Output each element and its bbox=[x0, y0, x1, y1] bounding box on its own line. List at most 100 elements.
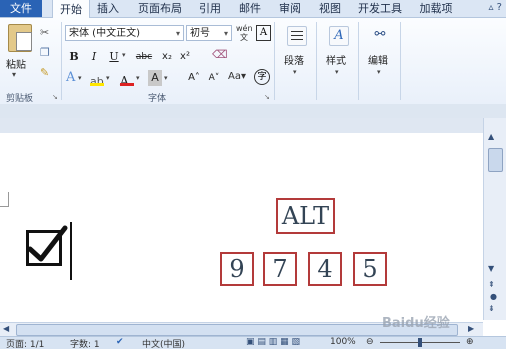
checkbox-symbol bbox=[26, 225, 68, 266]
tab-home[interactable]: 开始 bbox=[52, 0, 90, 18]
tab-file[interactable]: 文件 bbox=[0, 0, 42, 17]
status-bar: 页面: 1/1 字数: 1 ✔ 中文(中国) ▣ ▤ ▥ ▦ ▧ 100% ⊖ … bbox=[0, 336, 506, 350]
italic-button[interactable]: I bbox=[88, 49, 100, 65]
alt-enclosed-text: ALT bbox=[276, 198, 335, 234]
clipboard-launcher-icon[interactable]: ↘ bbox=[52, 93, 58, 101]
paste-button-label[interactable]: 粘贴 bbox=[6, 56, 26, 71]
scroll-thumb[interactable] bbox=[488, 148, 503, 172]
underline-button[interactable]: U bbox=[108, 49, 120, 65]
word-count[interactable]: 字数: 1 bbox=[70, 337, 100, 350]
chevron-down-icon: ▾ bbox=[377, 68, 381, 76]
ribbon-tab-bar: 文件 开始 插入 页面布局 引用 邮件 审阅 视图 开发工具 加载项 ▵ ? bbox=[0, 0, 506, 18]
help-icon[interactable]: ▵ ? bbox=[488, 2, 502, 13]
browse-object-icon[interactable]: ● bbox=[490, 292, 497, 301]
text-effects-dropdown-icon[interactable]: ▾ bbox=[78, 74, 82, 82]
text-effects-icon[interactable]: A bbox=[66, 70, 75, 85]
editing-label: 编辑 bbox=[368, 56, 388, 67]
phonetic-guide-label: wén bbox=[236, 24, 253, 33]
scroll-up-icon[interactable]: ▲ bbox=[488, 132, 494, 141]
page-gap bbox=[0, 118, 483, 133]
document-page[interactable]: ALT 9 7 4 5 bbox=[0, 118, 483, 320]
strikethrough-button[interactable]: abc bbox=[134, 49, 154, 65]
group-separator bbox=[274, 22, 275, 100]
chevron-down-icon: ▾ bbox=[175, 29, 180, 38]
scroll-left-icon[interactable]: ◀ bbox=[3, 324, 9, 333]
tab-developer[interactable]: 开发工具 bbox=[354, 0, 406, 17]
paragraph-icon bbox=[287, 26, 307, 46]
font-family-select[interactable]: 宋体 (中文正文) ▾ bbox=[65, 25, 184, 41]
tab-view[interactable]: 视图 bbox=[314, 0, 346, 17]
chevron-down-icon: ▾ bbox=[335, 68, 339, 76]
group-separator bbox=[61, 22, 62, 100]
font-family-value: 宋体 (中文正文) bbox=[69, 28, 140, 39]
paste-icon[interactable] bbox=[8, 24, 32, 52]
tab-references[interactable]: 引用 bbox=[194, 0, 226, 17]
underline-dropdown-icon[interactable]: ▾ bbox=[122, 51, 126, 59]
styles-button[interactable]: A 样式 ▾ bbox=[320, 22, 356, 88]
tab-insert[interactable]: 插入 bbox=[92, 0, 124, 17]
zoom-slider-thumb[interactable] bbox=[418, 338, 422, 347]
font-group-label: 字体 bbox=[148, 94, 167, 104]
paragraph-label: 段落 bbox=[284, 56, 304, 67]
group-separator bbox=[316, 22, 317, 100]
baidu-watermark: Baidu经验 bbox=[382, 316, 450, 331]
superscript-button[interactable]: x² bbox=[178, 49, 192, 65]
text-cursor bbox=[70, 222, 72, 280]
clear-formatting-icon[interactable]: ⌫ bbox=[212, 48, 228, 61]
font-size-value: 初号 bbox=[190, 28, 210, 39]
page-corner-mark bbox=[0, 192, 9, 207]
checkmark-icon bbox=[27, 225, 68, 262]
zoom-in-icon[interactable]: ⊕ bbox=[466, 337, 474, 347]
ruler-area bbox=[0, 104, 506, 118]
subscript-button[interactable]: x₂ bbox=[160, 49, 174, 65]
zoom-level[interactable]: 100% bbox=[330, 337, 356, 347]
editing-button[interactable]: ⚯ 编辑 ▾ bbox=[362, 22, 398, 88]
highlight-icon[interactable]: ab bbox=[90, 70, 104, 88]
aa-change-case-icon[interactable]: Aa▾ bbox=[228, 71, 246, 82]
group-separator bbox=[400, 22, 401, 100]
vertical-scrollbar[interactable]: ▲ ▼ ⇞ ● ⇟ bbox=[483, 118, 506, 320]
shading-dropdown-icon[interactable]: ▾ bbox=[164, 74, 168, 82]
zoom-out-icon[interactable]: ⊖ bbox=[366, 337, 374, 347]
previous-page-icon[interactable]: ⇞ bbox=[488, 280, 495, 289]
font-color-dropdown-icon[interactable]: ▾ bbox=[136, 74, 140, 82]
copy-icon[interactable]: ❐ bbox=[40, 46, 50, 59]
view-buttons[interactable]: ▣ ▤ ▥ ▦ ▧ bbox=[246, 337, 300, 347]
paste-dropdown-icon[interactable]: ▾ bbox=[12, 70, 16, 79]
language-indicator[interactable]: 中文(中国) bbox=[142, 337, 185, 350]
styles-icon: A bbox=[329, 26, 349, 46]
scroll-down-icon[interactable]: ▼ bbox=[488, 264, 494, 273]
grow-font-button[interactable]: A˄ bbox=[186, 70, 202, 86]
proofing-icon[interactable]: ✔ bbox=[116, 337, 124, 347]
format-painter-icon[interactable]: ✎ bbox=[40, 66, 49, 79]
tab-review[interactable]: 审阅 bbox=[274, 0, 306, 17]
chevron-down-icon: ▾ bbox=[293, 68, 297, 76]
tab-page-layout[interactable]: 页面布局 bbox=[132, 0, 188, 17]
tab-mailings[interactable]: 邮件 bbox=[234, 0, 266, 17]
shading-icon[interactable]: A bbox=[148, 70, 162, 86]
enclosed-digit: 4 bbox=[308, 252, 342, 286]
enclosed-digit: 7 bbox=[263, 252, 297, 286]
enclosed-digit: 9 bbox=[220, 252, 254, 286]
chevron-down-icon: ▾ bbox=[223, 29, 228, 38]
page-count[interactable]: 页面: 1/1 bbox=[6, 337, 44, 350]
shrink-font-button[interactable]: A˅ bbox=[206, 70, 222, 86]
tab-addins[interactable]: 加载项 bbox=[414, 0, 458, 17]
paragraph-button[interactable]: 段落 ▾ bbox=[278, 22, 314, 88]
zoom-slider[interactable] bbox=[380, 338, 460, 347]
ribbon-home: 粘贴 ▾ ✂ ❐ ✎ 剪贴板 ↘ 宋体 (中文正文) ▾ 初号 ▾ wén 文 A… bbox=[0, 18, 506, 105]
highlight-dropdown-icon[interactable]: ▾ bbox=[106, 74, 110, 82]
enclose-characters-icon[interactable]: 字 bbox=[254, 69, 270, 85]
clipboard-group-label: 剪贴板 bbox=[6, 94, 34, 104]
font-color-icon[interactable]: A bbox=[120, 70, 134, 88]
font-launcher-icon[interactable]: ↘ bbox=[264, 93, 270, 101]
font-size-select[interactable]: 初号 ▾ bbox=[186, 25, 232, 41]
scroll-right-icon[interactable]: ▶ bbox=[468, 324, 474, 333]
styles-label: 样式 bbox=[326, 56, 346, 67]
enclosed-digit: 5 bbox=[353, 252, 387, 286]
bold-button[interactable]: B bbox=[68, 49, 80, 65]
cut-icon[interactable]: ✂ bbox=[40, 26, 49, 39]
next-page-icon[interactable]: ⇟ bbox=[488, 304, 495, 313]
phonetic-guide-icon[interactable]: wén 文 bbox=[236, 24, 253, 42]
character-border-icon[interactable]: A bbox=[256, 25, 271, 41]
